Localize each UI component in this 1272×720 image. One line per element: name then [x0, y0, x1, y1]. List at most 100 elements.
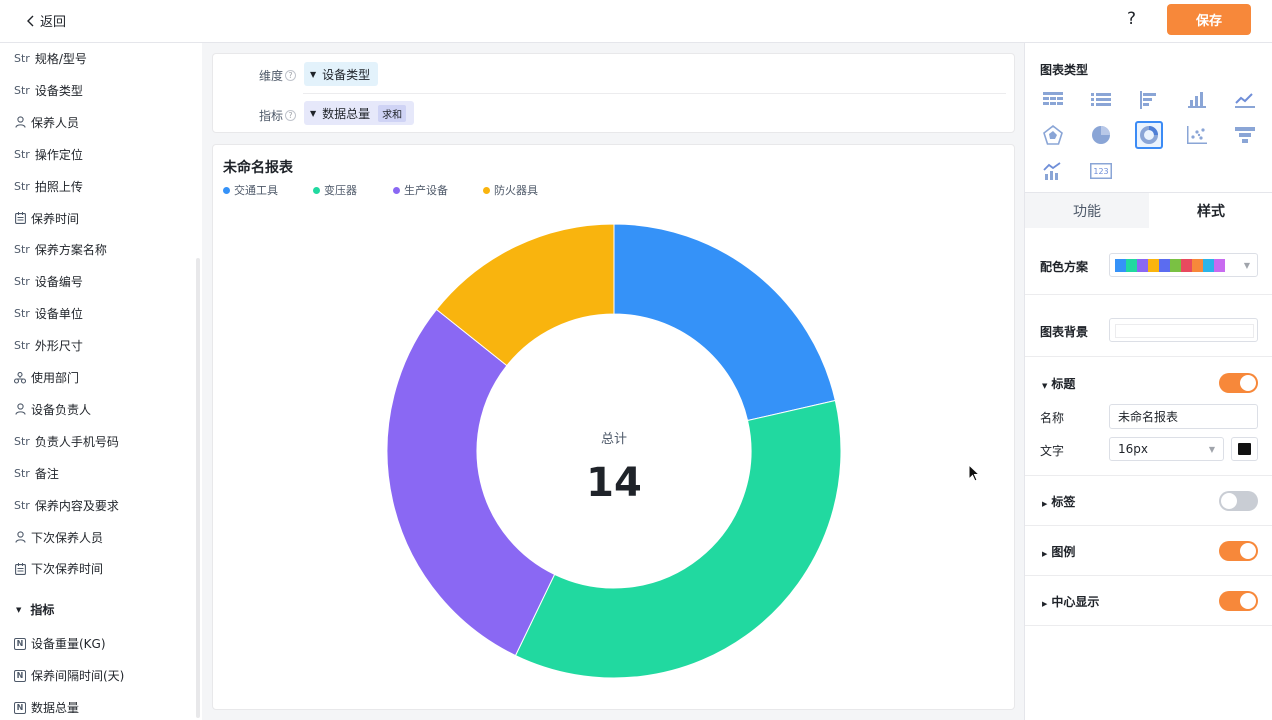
label-toggle[interactable]	[1219, 491, 1258, 511]
metric-pill[interactable]: ▼ 数据总量 求和	[304, 101, 415, 125]
chart-card: 未命名报表 交通工具 变压器 生产设备 防火器具 总计 14	[212, 144, 1015, 710]
title-toggle[interactable]	[1219, 373, 1258, 393]
field-label: 备注	[34, 466, 59, 481]
donut-slice[interactable]	[613, 223, 836, 422]
label-section-header[interactable]: ▶ 标签	[1042, 493, 1075, 510]
title-name-input[interactable]: 未命名报表	[1109, 404, 1258, 429]
pie-chart-icon[interactable]	[1087, 121, 1115, 149]
person-icon	[14, 116, 26, 128]
metric-field-item[interactable]: N 保养间隔时间(天)	[14, 667, 124, 684]
string-type-icon: Str	[14, 52, 30, 65]
field-item[interactable]: 下次保养时间	[14, 560, 103, 577]
string-type-icon: Str	[14, 243, 30, 257]
center-display-toggle[interactable]	[1219, 591, 1258, 611]
legend-section-label: 图例	[1051, 545, 1076, 559]
bar-chart-icon[interactable]	[1183, 86, 1211, 114]
org-icon	[14, 371, 26, 384]
legend-section-header[interactable]: ▶ 图例	[1042, 543, 1075, 560]
center-display-section-header[interactable]: ▶ 中心显示	[1042, 593, 1099, 610]
save-button[interactable]: 保存	[1167, 4, 1251, 35]
caret-right-icon: ▶	[1042, 500, 1048, 508]
field-item[interactable]: Str 保养方案名称	[14, 241, 107, 258]
string-type-icon: Str	[14, 147, 30, 161]
field-item[interactable]: Str 拍照上传	[14, 178, 83, 195]
toggle-knob	[1240, 543, 1256, 559]
field-item[interactable]: Str 负责人手机号码	[14, 433, 119, 450]
number-type-icon: N	[14, 669, 26, 682]
number-type-icon: N	[14, 701, 26, 714]
palette-swatch	[1148, 258, 1159, 272]
donut-slice[interactable]	[514, 399, 842, 679]
field-label: 使用部门	[31, 371, 80, 385]
divider	[1025, 575, 1272, 576]
metrics-section-label: 指标	[30, 603, 55, 617]
field-label: 保养间隔时间(天)	[31, 669, 125, 683]
toggle-knob	[1240, 593, 1256, 609]
field-item[interactable]: Str 设备单位	[14, 305, 83, 322]
field-item[interactable]: Str 备注	[14, 465, 59, 482]
tab-style[interactable]: 样式	[1149, 193, 1272, 228]
scatter-chart-icon[interactable]	[1183, 121, 1211, 149]
caret-right-icon: ▶	[1042, 550, 1048, 558]
help-circle-icon[interactable]: ?	[285, 110, 297, 121]
string-type-icon: Str	[14, 275, 30, 289]
combo-chart-icon[interactable]	[1039, 157, 1067, 185]
background-color-input[interactable]	[1109, 318, 1258, 342]
field-label: 保养人员	[31, 115, 80, 130]
dimension-pill[interactable]: ▼ 设备类型	[304, 62, 379, 86]
donut-slice[interactable]	[386, 308, 556, 657]
palette-select[interactable]: ▼	[1109, 253, 1258, 277]
field-item[interactable]: Str 设备类型	[14, 82, 83, 99]
title-section-header[interactable]: ▼ 标题	[1042, 375, 1075, 392]
main-area: 维度 ? ▼ 设备类型 指标 ? ▼ 数据总量 求和 未命名报表 交通工具 变压器…	[202, 43, 1024, 720]
field-item[interactable]: Str 外形尺寸	[14, 337, 83, 354]
field-label: 保养时间	[31, 211, 80, 226]
field-item[interactable]: 使用部门	[14, 369, 79, 386]
field-item[interactable]: Str 保养内容及要求	[14, 497, 119, 514]
font-size-select[interactable]: 16px ▼	[1109, 437, 1224, 461]
metric-field-item[interactable]: N 设备重量(KG)	[14, 635, 106, 652]
field-item[interactable]: 保养人员	[14, 114, 79, 131]
radar-chart-icon[interactable]	[1039, 121, 1067, 149]
palette-swatch	[1203, 258, 1214, 272]
horizontal-bar-icon[interactable]	[1135, 86, 1163, 114]
field-label: 设备单位	[34, 307, 83, 322]
scrollbar[interactable]	[196, 258, 200, 718]
help-circle-icon[interactable]: ?	[285, 70, 297, 81]
field-item[interactable]: Str 设备编号	[14, 273, 83, 290]
aggregation-badge[interactable]: 求和	[378, 104, 407, 122]
palette-swatch	[1214, 258, 1225, 272]
field-label: 保养方案名称	[34, 243, 107, 258]
field-item[interactable]: Str 操作定位	[14, 146, 83, 163]
field-item[interactable]: 设备负责人	[14, 401, 91, 418]
field-label: 数据总量	[31, 701, 80, 715]
funnel-chart-icon[interactable]	[1231, 121, 1259, 149]
dimension-label-text: 维度	[259, 69, 284, 83]
field-label: 保养内容及要求	[34, 498, 119, 513]
line-chart-icon[interactable]	[1231, 86, 1259, 114]
palette-swatch	[1181, 258, 1192, 272]
string-type-icon: Str	[14, 83, 30, 97]
caret-down-icon: ▼	[1042, 382, 1048, 390]
metric-pill-label: 数据总量	[322, 106, 371, 121]
field-item[interactable]: 下次保养人员	[14, 529, 103, 546]
title-color-picker[interactable]	[1231, 437, 1258, 461]
metrics-section-header[interactable]: ▼ 指标	[16, 601, 54, 618]
metric-field-item[interactable]: N 数据总量	[14, 699, 79, 716]
caret-down-icon[interactable]: ▼	[310, 109, 316, 118]
field-item[interactable]: Str 规格/型号	[14, 50, 87, 67]
back-button[interactable]: 返回	[26, 11, 66, 30]
dimension-pill-label: 设备类型	[322, 67, 371, 82]
field-item[interactable]: 保养时间	[14, 210, 79, 227]
donut-chart: 总计 14	[386, 223, 842, 679]
string-type-icon: Str	[14, 434, 30, 448]
legend-toggle[interactable]	[1219, 541, 1258, 561]
caret-down-icon[interactable]: ▼	[310, 70, 316, 79]
divider	[303, 93, 1006, 94]
donut-chart-icon[interactable]	[1135, 121, 1163, 149]
tab-function[interactable]: 功能	[1025, 193, 1149, 228]
table-icon[interactable]	[1039, 86, 1067, 114]
number-card-icon[interactable]: 123	[1087, 157, 1115, 185]
help-icon[interactable]: ?	[1127, 9, 1136, 29]
list-icon[interactable]	[1087, 86, 1115, 114]
